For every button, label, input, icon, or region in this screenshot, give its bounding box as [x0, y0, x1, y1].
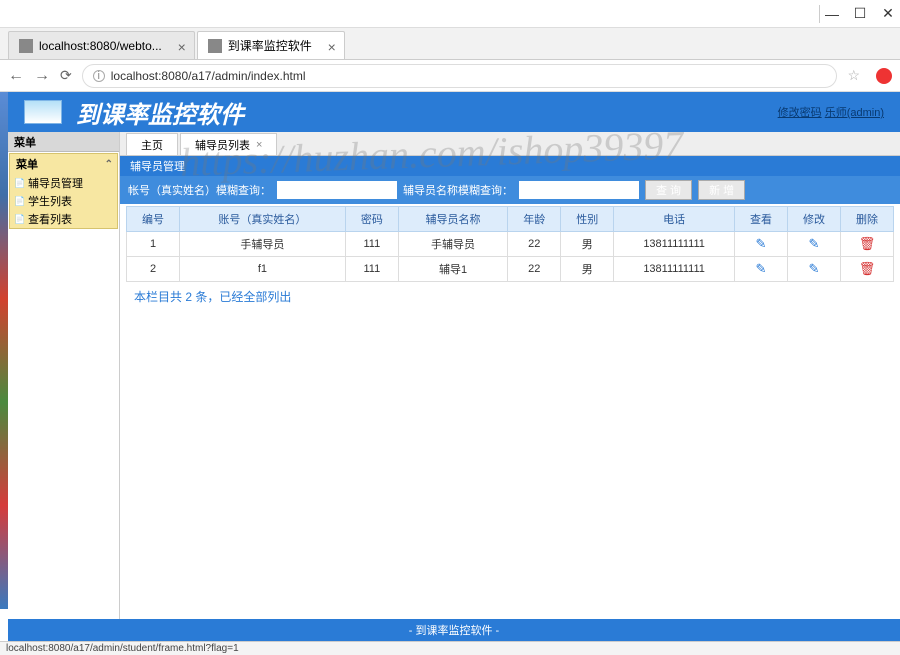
user-link[interactable]: 乐师(admin) — [825, 107, 884, 119]
forward-button[interactable]: → — [34, 67, 50, 85]
col-edit: 修改 — [787, 207, 840, 232]
reload-button[interactable]: ⟳ — [60, 67, 72, 84]
col-view: 查看 — [734, 207, 787, 232]
footer-text: - 到课率监控软件 - — [409, 622, 499, 638]
sidebar-item-label: 查看列表 — [28, 211, 72, 227]
sidebar-header: 菜单 — [8, 132, 119, 152]
search-label-name: 辅导员名称模糊查询： — [403, 182, 513, 198]
sidebar-item-counselor[interactable]: 辅导员管理 — [10, 174, 117, 192]
breadcrumb: 辅导员管理 — [120, 156, 900, 176]
header-links: 修改密码 乐师(admin) — [778, 104, 884, 120]
search-account-input[interactable] — [277, 181, 397, 199]
close-button[interactable]: ✕ — [882, 8, 894, 20]
menu-group-label: 菜单 — [16, 156, 38, 172]
table-row: 1 手辅导员 111 手辅导员 22 男 13811111111 ✎ ✎ 🗑 — [127, 232, 894, 257]
col-password: 密码 — [345, 207, 398, 232]
add-button[interactable]: 新 增 — [698, 180, 745, 200]
edit-icon[interactable]: ✎ — [809, 261, 820, 276]
extension-icon[interactable] — [876, 68, 892, 84]
logo-icon — [24, 100, 62, 124]
sidebar-item-view[interactable]: 查看列表 — [10, 210, 117, 228]
taskbar-strip — [0, 92, 8, 609]
cell-account: 手辅导员 — [180, 232, 346, 257]
favicon-icon — [208, 39, 222, 53]
tab-title: 到课率监控软件 — [228, 37, 312, 54]
main-content: 主页 辅导员列表 × 辅导员管理 帐号（真实姓名）模糊查询： 辅导员名称模糊查询… — [120, 132, 900, 619]
col-phone: 电话 — [614, 207, 735, 232]
app-title: 到课率监控软件 — [76, 95, 244, 130]
counselor-table: 编号 账号（真实姓名） 密码 辅导员名称 年龄 性别 电话 查看 修改 删除 1… — [126, 206, 894, 282]
browser-tab[interactable]: 到课率监控软件 × — [197, 31, 345, 59]
search-label-account: 帐号（真实姓名）模糊查询： — [128, 182, 271, 198]
col-delete: 删除 — [840, 207, 893, 232]
table-container: 编号 账号（真实姓名） 密码 辅导员名称 年龄 性别 电话 查看 修改 删除 1… — [120, 204, 900, 313]
cell-account: f1 — [180, 257, 346, 282]
table-header-row: 编号 账号（真实姓名） 密码 辅导员名称 年龄 性别 电话 查看 修改 删除 — [127, 207, 894, 232]
favicon-icon — [19, 39, 33, 53]
page-header: 到课率监控软件 修改密码 乐师(admin) — [8, 92, 900, 132]
cell-age: 22 — [508, 232, 561, 257]
search-bar: 帐号（真实姓名）模糊查询： 辅导员名称模糊查询： 查 询 新 增 — [120, 176, 900, 204]
col-account: 账号（真实姓名） — [180, 207, 346, 232]
tab-label: 主页 — [141, 137, 163, 153]
info-icon: i — [93, 70, 105, 82]
tab-close-icon[interactable]: × — [178, 39, 186, 55]
tab-home[interactable]: 主页 — [126, 133, 178, 155]
cell-name: 手辅导员 — [398, 232, 507, 257]
table-row: 2 f1 111 辅导1 22 男 13811111111 ✎ ✎ 🗑 — [127, 257, 894, 282]
cell-name: 辅导1 — [398, 257, 507, 282]
col-gender: 性别 — [561, 207, 614, 232]
cell-age: 22 — [508, 257, 561, 282]
status-bar: localhost:8080/a17/admin/student/frame.h… — [0, 641, 900, 655]
search-button[interactable]: 查 询 — [645, 180, 692, 200]
tab-label: 辅导员列表 — [195, 137, 250, 153]
breadcrumb-label: 辅导员管理 — [130, 158, 185, 174]
cell-id: 1 — [127, 232, 180, 257]
col-age: 年龄 — [508, 207, 561, 232]
page-footer: - 到课率监控软件 - — [8, 619, 900, 641]
page-tabs: 主页 辅导员列表 × — [120, 132, 900, 156]
sidebar: 菜单 菜单 ⌃ 辅导员管理 学生列表 查看列表 — [8, 132, 120, 619]
change-password-link[interactable]: 修改密码 — [778, 107, 822, 119]
divider — [819, 5, 820, 23]
sidebar-item-label: 学生列表 — [28, 193, 72, 209]
tab-counselor-list[interactable]: 辅导员列表 × — [180, 133, 277, 155]
delete-icon[interactable]: 🗑 — [859, 236, 876, 251]
view-icon[interactable]: ✎ — [756, 236, 767, 251]
col-id: 编号 — [127, 207, 180, 232]
bookmark-icon[interactable]: ☆ — [847, 67, 860, 84]
tab-close-icon[interactable]: × — [256, 139, 262, 151]
maximize-button[interactable]: ☐ — [854, 8, 866, 20]
window-titlebar: — ☐ ✕ — [0, 0, 900, 28]
cell-id: 2 — [127, 257, 180, 282]
url-field[interactable]: i localhost:8080/a17/admin/index.html — [82, 64, 838, 88]
address-bar: ← → ⟳ i localhost:8080/a17/admin/index.h… — [0, 60, 900, 92]
search-name-input[interactable] — [519, 181, 639, 199]
edit-icon[interactable]: ✎ — [809, 236, 820, 251]
view-icon[interactable]: ✎ — [756, 261, 767, 276]
status-text: localhost:8080/a17/admin/student/frame.h… — [6, 643, 239, 654]
minimize-button[interactable]: — — [826, 8, 838, 20]
cell-password: 111 — [345, 257, 398, 282]
collapse-icon[interactable]: ⌃ — [105, 159, 113, 170]
cell-gender: 男 — [561, 232, 614, 257]
url-text: localhost:8080/a17/admin/index.html — [111, 69, 306, 83]
cell-gender: 男 — [561, 257, 614, 282]
tab-close-icon[interactable]: × — [328, 39, 336, 55]
menu-group: 菜单 ⌃ 辅导员管理 学生列表 查看列表 — [9, 153, 118, 229]
menu-group-title[interactable]: 菜单 ⌃ — [10, 154, 117, 174]
browser-tabstrip: localhost:8080/webto... × 到课率监控软件 × — [0, 28, 900, 60]
cell-phone: 13811111111 — [614, 232, 735, 257]
sidebar-item-label: 辅导员管理 — [28, 175, 83, 191]
tab-title: localhost:8080/webto... — [39, 39, 162, 53]
sidebar-item-student[interactable]: 学生列表 — [10, 192, 117, 210]
cell-password: 111 — [345, 232, 398, 257]
cell-phone: 13811111111 — [614, 257, 735, 282]
back-button[interactable]: ← — [8, 67, 24, 85]
table-summary: 本栏目共 2 条，已经全部列出 — [126, 282, 894, 311]
browser-tab[interactable]: localhost:8080/webto... × — [8, 31, 195, 59]
delete-icon[interactable]: 🗑 — [859, 261, 876, 276]
col-name: 辅导员名称 — [398, 207, 507, 232]
